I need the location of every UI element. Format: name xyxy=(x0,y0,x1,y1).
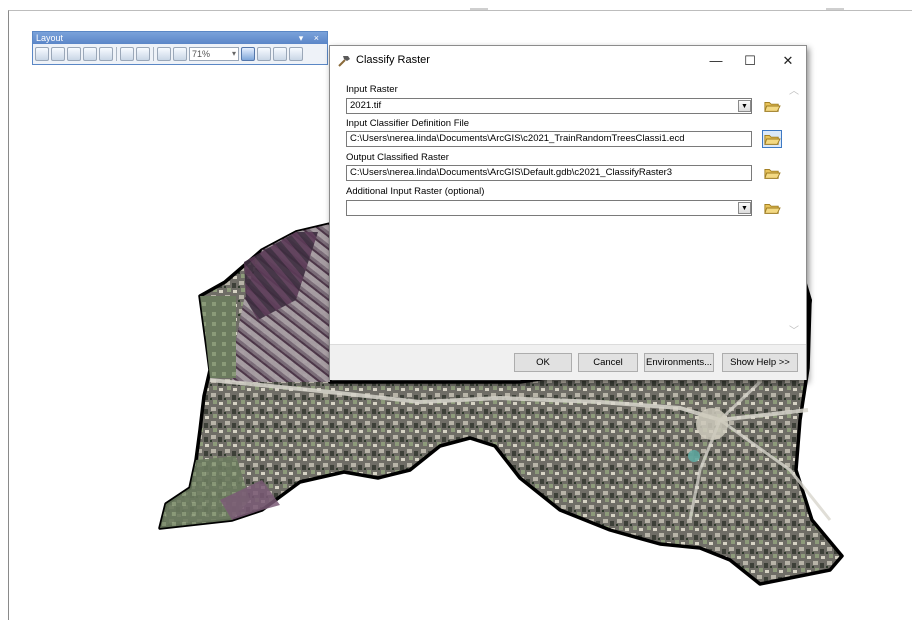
classifier-definition-label: Input Classifier Definition File xyxy=(346,118,470,129)
change-layout-icon[interactable] xyxy=(273,47,287,61)
output-raster-input[interactable]: C:\Users\nerea.linda\Documents\ArcGIS\De… xyxy=(346,165,752,181)
chevron-up-icon[interactable]: ︿ xyxy=(789,82,799,97)
environments-button[interactable]: Environments... xyxy=(644,353,714,372)
zoom-in-icon[interactable] xyxy=(35,47,49,61)
zoom-out-icon[interactable] xyxy=(51,47,65,61)
chevron-down-icon: ▾ xyxy=(231,49,236,58)
folder-open-icon[interactable] xyxy=(762,97,782,115)
layout-toolbar-title: Layout xyxy=(36,33,64,43)
dialog-scrollbar[interactable]: ︿ ﹀ xyxy=(786,78,804,340)
chevron-down-icon[interactable]: ▼ xyxy=(738,100,751,112)
zoom-percent-combo[interactable]: 71% ▾ xyxy=(189,47,239,61)
output-raster-value: C:\Users\nerea.linda\Documents\ArcGIS\De… xyxy=(350,167,673,178)
zoom-whole-page-icon[interactable] xyxy=(83,47,97,61)
input-raster-label: Input Raster xyxy=(346,84,398,95)
classifier-definition-value: C:\Users\nerea.linda\Documents\ArcGIS\c2… xyxy=(350,133,685,144)
output-raster-label: Output Classified Raster xyxy=(346,152,449,163)
classifier-definition-input[interactable]: C:\Users\nerea.linda\Documents\ArcGIS\c2… xyxy=(346,131,752,147)
close-button[interactable]: ✕ xyxy=(774,51,802,71)
input-raster-value: 2021.tif xyxy=(350,100,382,111)
folder-open-icon[interactable] xyxy=(762,130,782,148)
classify-raster-dialog: Classify Raster — ☐ ✕ Input Raster 2021.… xyxy=(329,45,807,380)
hammer-icon xyxy=(338,56,350,67)
input-raster-combo[interactable]: 2021.tif xyxy=(346,98,752,114)
layout-toolbar-titlebar[interactable]: Layout ▾ × xyxy=(33,32,327,44)
ok-button[interactable]: OK xyxy=(514,353,572,372)
chevron-down-icon[interactable]: ﹀ xyxy=(789,322,799,337)
show-help-button[interactable]: Show Help >> xyxy=(722,353,798,372)
pan-icon[interactable] xyxy=(67,47,81,61)
layout-toolbar: Layout ▾ × 71% ▾ xyxy=(32,31,328,65)
dialog-title: Classify Raster xyxy=(356,54,430,66)
data-driven-pages-icon[interactable] xyxy=(289,47,303,61)
zoom-percent-value: 71% xyxy=(192,49,211,59)
dialog-titlebar[interactable]: Classify Raster — ☐ ✕ xyxy=(330,46,806,76)
folder-open-icon[interactable] xyxy=(762,199,782,217)
chevron-down-icon[interactable]: ▼ xyxy=(738,202,751,214)
additional-raster-combo[interactable] xyxy=(346,200,752,216)
fixed-zoom-out-icon[interactable] xyxy=(136,47,150,61)
additional-raster-label: Additional Input Raster (optional) xyxy=(346,186,485,197)
forward-extent-icon[interactable] xyxy=(173,47,187,61)
toolbar-separator xyxy=(116,47,117,61)
toggle-draft-mode-icon[interactable] xyxy=(241,47,255,61)
toolbar-window-controls[interactable]: ▾ × xyxy=(299,32,323,44)
fixed-zoom-in-icon[interactable] xyxy=(120,47,134,61)
folder-open-icon[interactable] xyxy=(762,164,782,182)
dialog-footer: OK Cancel Environments... Show Help >> xyxy=(330,344,806,380)
minimize-button[interactable]: — xyxy=(702,51,730,71)
back-extent-icon[interactable] xyxy=(157,47,171,61)
maximize-button[interactable]: ☐ xyxy=(736,51,764,71)
focus-data-frame-icon[interactable] xyxy=(257,47,271,61)
zoom-100-icon[interactable] xyxy=(99,47,113,61)
cancel-button[interactable]: Cancel xyxy=(578,353,638,372)
dialog-parameters-panel: Input Raster 2021.tif ▼ Input Classifier… xyxy=(338,78,788,340)
toolbar-separator xyxy=(153,47,154,61)
